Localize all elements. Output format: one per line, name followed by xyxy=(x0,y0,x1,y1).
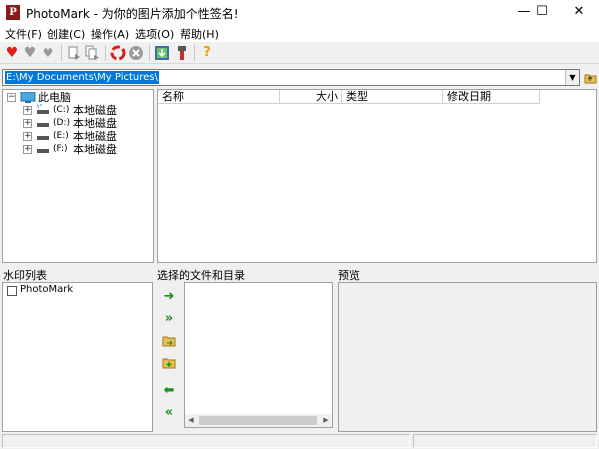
drive-letter: (F:) xyxy=(53,144,68,154)
scroll-thumb[interactable] xyxy=(199,416,317,425)
toolbar: ♥ ♥ ♥ ? xyxy=(0,42,599,64)
drive-label: 本地磁盘 xyxy=(73,104,117,117)
column-header-size[interactable]: 大小 xyxy=(280,90,342,104)
remove-all-arrow-icon[interactable]: « xyxy=(162,406,176,420)
column-header-modified[interactable]: 修改日期 xyxy=(443,90,540,104)
stop-icon[interactable] xyxy=(128,45,144,61)
expand-icon[interactable]: + xyxy=(23,132,32,141)
preview-label: 预览 xyxy=(338,269,360,282)
heart-gray-icon[interactable]: ♥ xyxy=(22,45,38,61)
expand-icon[interactable]: + xyxy=(23,106,32,115)
selected-files-label: 选择的文件和目录 xyxy=(157,269,245,282)
tree-label: 此电脑 xyxy=(38,91,71,104)
expand-icon[interactable]: + xyxy=(23,145,32,154)
chevron-down-icon[interactable]: ▼ xyxy=(565,70,579,85)
remove-arrow-icon[interactable]: ⬅ xyxy=(162,384,176,398)
menu-file[interactable]: 文件(F) xyxy=(5,26,42,42)
add-arrow-icon[interactable]: ➜ xyxy=(162,290,176,304)
add-all-arrow-icon[interactable]: » xyxy=(162,312,176,326)
column-header-type[interactable]: 类型 xyxy=(342,90,443,104)
menu-help[interactable]: 帮助(H) xyxy=(180,26,219,42)
drive-letter: (D:) xyxy=(53,118,70,128)
watermark-item-label: PhotoMark xyxy=(20,284,74,295)
help-icon[interactable]: ? xyxy=(199,45,215,61)
app-logo-icon: P xyxy=(6,5,20,20)
copy-file-icon[interactable] xyxy=(66,45,82,61)
path-combobox[interactable]: E:\My Documents\My Pictures\ ▼ xyxy=(2,69,580,86)
horizontal-scrollbar[interactable]: ◀ ▶ xyxy=(185,414,332,427)
tools-icon[interactable] xyxy=(174,45,190,61)
status-bar xyxy=(0,433,599,449)
add-folder-icon[interactable] xyxy=(162,334,176,348)
drive-letter: (E:) xyxy=(53,131,69,141)
drive-letter: (C:) xyxy=(53,105,70,115)
watermark-list-label: 水印列表 xyxy=(3,269,47,282)
path-input-value[interactable]: E:\My Documents\My Pictures\ xyxy=(5,71,159,84)
copy-files-icon[interactable] xyxy=(84,45,100,61)
menu-options[interactable]: 选项(O) xyxy=(135,26,174,42)
toolbar-separator xyxy=(149,45,150,61)
drive-label: 本地磁盘 xyxy=(73,143,117,156)
menu-operate[interactable]: 操作(A) xyxy=(91,26,129,42)
toolbar-separator xyxy=(105,45,106,61)
file-list[interactable]: 名称 大小 类型 修改日期 xyxy=(157,89,597,263)
selected-files-list[interactable]: ◀ ▶ xyxy=(184,282,333,428)
status-cell-main xyxy=(2,434,410,448)
window-title: PhotoMark - 为你的图片添加个性签名! xyxy=(26,7,239,21)
toolbar-separator xyxy=(61,45,62,61)
watermark-checkbox[interactable] xyxy=(7,286,17,296)
scroll-left-icon[interactable]: ◀ xyxy=(185,414,197,427)
status-cell-secondary xyxy=(413,434,597,448)
toolbar-separator xyxy=(194,45,195,61)
drive-label: 本地磁盘 xyxy=(73,117,117,130)
folder-tree[interactable]: − 此电脑 + (C:) 本地磁盘 + (D:) 本地磁盘 + (E:) 本地磁… xyxy=(2,89,154,263)
recycle-icon[interactable] xyxy=(110,45,126,61)
transfer-buttons: ➜ » ⬅ « xyxy=(157,282,181,432)
folder-up-icon[interactable] xyxy=(584,71,597,84)
close-button[interactable]: ✕ xyxy=(556,0,599,24)
heart-gray-2-icon[interactable]: ♥ xyxy=(40,45,56,61)
title-bar: P PhotoMark - 为你的图片添加个性签名! — ☐ ✕ xyxy=(0,0,599,24)
scroll-right-icon[interactable]: ▶ xyxy=(320,414,332,427)
collapse-icon[interactable]: − xyxy=(7,93,16,102)
heart-red-icon[interactable]: ♥ xyxy=(4,45,20,61)
drive-label: 本地磁盘 xyxy=(73,130,117,143)
watermark-list[interactable]: PhotoMark xyxy=(2,282,153,432)
image-export-icon[interactable] xyxy=(154,45,170,61)
expand-icon[interactable]: + xyxy=(23,119,32,128)
preview-pane xyxy=(338,282,597,432)
menu-bar: 文件(F) 创建(C) 操作(A) 选项(O) 帮助(H) xyxy=(0,24,599,42)
menu-create[interactable]: 创建(C) xyxy=(47,26,85,42)
app-window: P PhotoMark - 为你的图片添加个性签名! — ☐ ✕ 文件(F) 创… xyxy=(0,0,599,449)
drive-icon xyxy=(35,143,51,158)
add-subfolder-icon[interactable] xyxy=(162,356,176,370)
column-header-name[interactable]: 名称 xyxy=(158,90,280,104)
